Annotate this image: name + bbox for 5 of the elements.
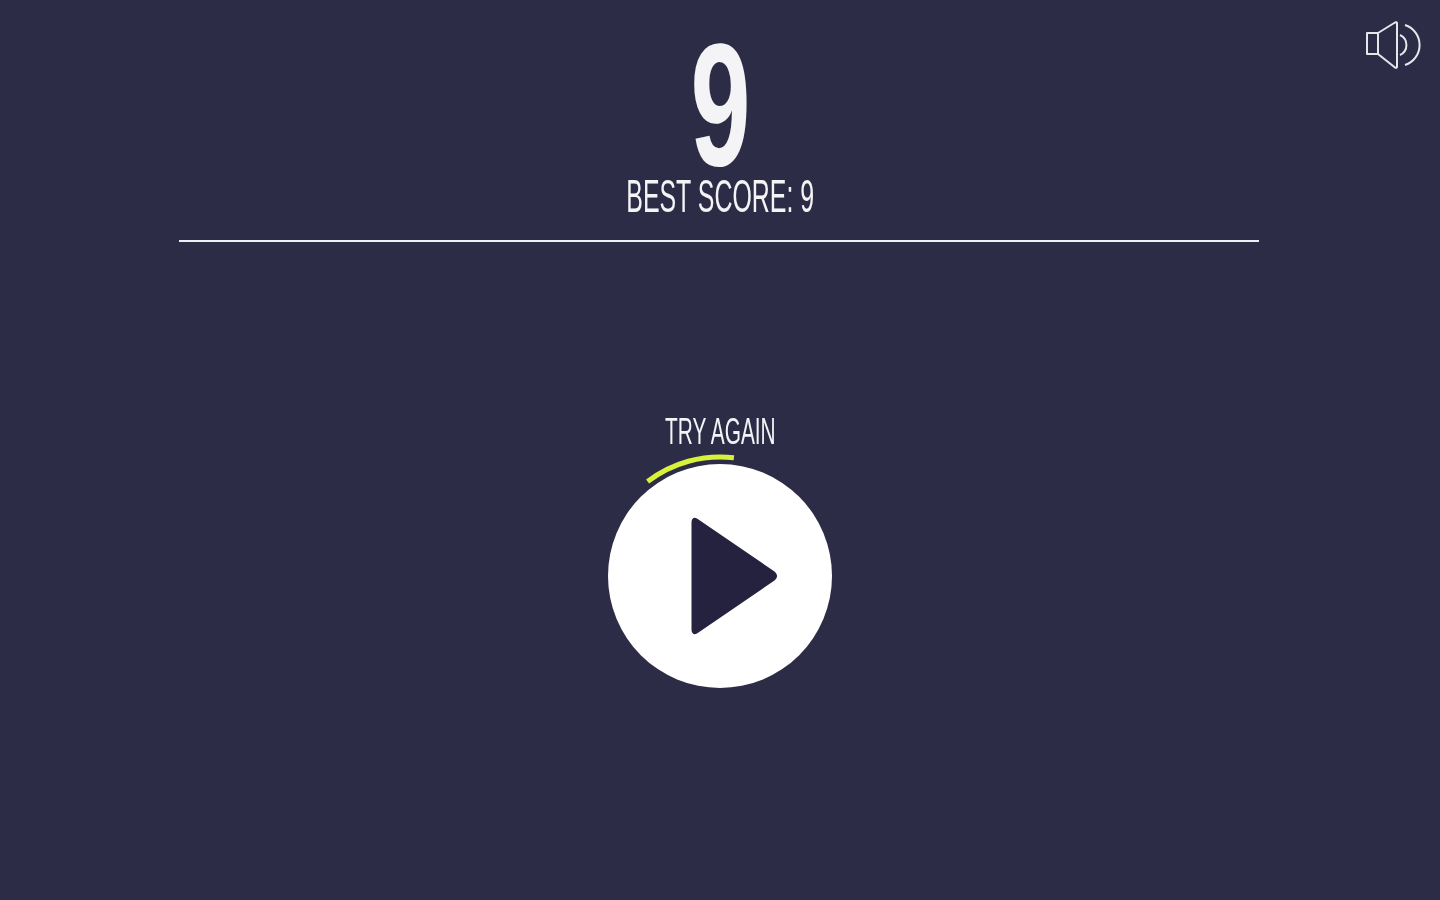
score-value: 9 <box>690 35 750 175</box>
speaker-icon[interactable] <box>1366 20 1422 70</box>
best-score-label: BEST SCORE: 9 <box>626 177 814 215</box>
play-icon <box>689 516 778 635</box>
try-again-label: TRY AGAIN <box>664 417 776 447</box>
